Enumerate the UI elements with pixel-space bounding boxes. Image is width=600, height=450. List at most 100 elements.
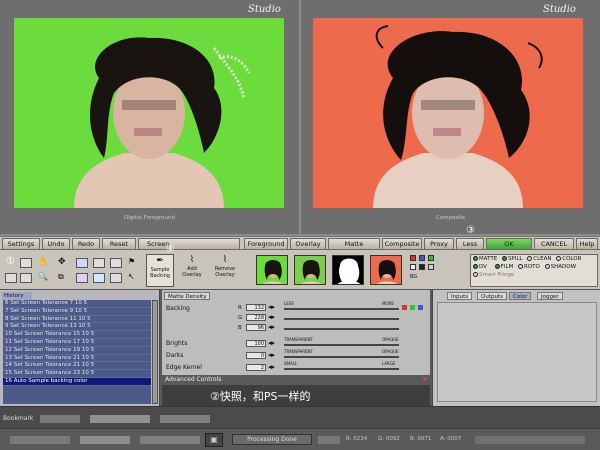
move-tool-icon[interactable]: ✥: [58, 257, 66, 267]
view-toggle-icon[interactable]: [20, 258, 32, 268]
black-swatch[interactable]: [419, 264, 425, 270]
split-view-icon[interactable]: [20, 273, 32, 283]
mask-tool-icon[interactable]: [76, 258, 88, 268]
composite-button[interactable]: Composite: [382, 238, 422, 250]
tab-jogger[interactable]: Jogger: [537, 292, 563, 300]
toolbar: ① ✋ 🔍 ✥ ⧉ ⚑ ↖ ✒ Sample Backing ④ ⌇ Add O…: [0, 244, 600, 290]
list-item[interactable]: 8 Set Screen Tolerance 11 10 5: [3, 316, 151, 324]
zoom-tool-icon[interactable]: 🔍: [38, 272, 48, 281]
darks-field[interactable]: 0: [246, 352, 266, 359]
brights-field[interactable]: 100: [246, 340, 266, 347]
camera-icon[interactable]: ▣: [205, 433, 223, 447]
sample-backing-button[interactable]: ✒ Sample Backing: [146, 254, 174, 287]
brights-slider[interactable]: [284, 344, 399, 346]
color-option[interactable]: COLOR: [556, 256, 581, 262]
history-tab[interactable]: History: [2, 292, 32, 300]
gray-swatch[interactable]: [428, 264, 434, 270]
spill-option[interactable]: SPILL: [501, 256, 523, 262]
stepper-icon[interactable]: ◂▸: [268, 303, 275, 311]
stepper-icon[interactable]: ◂▸: [268, 363, 275, 371]
foreground-viewer[interactable]: Studio Digital Foreground: [0, 0, 299, 234]
matte-button[interactable]: Matte: [328, 238, 380, 250]
undo-button[interactable]: Undo: [42, 238, 70, 250]
ellipse-tool-icon[interactable]: [93, 258, 105, 268]
list-item[interactable]: 10 Set Screen Tolerance 15 10 5: [3, 331, 151, 339]
less-label: LESS: [284, 301, 294, 306]
overlay-thumbnail[interactable]: [294, 255, 326, 285]
matte-option[interactable]: MATTE: [473, 256, 497, 262]
list-item[interactable]: 14 Set Screen Tolerance 21 10 5: [3, 362, 151, 371]
less-button[interactable]: Less: [456, 238, 484, 250]
pointer-tool-icon[interactable]: ↖: [128, 272, 135, 281]
hand-tool-icon[interactable]: ✋: [38, 257, 48, 266]
bookmark-track[interactable]: [40, 415, 80, 423]
list-item[interactable]: 6 Set Screen Tolerance 7 10 5: [3, 300, 151, 308]
backing-g-field[interactable]: 228: [246, 314, 266, 321]
reset-button[interactable]: Reset: [102, 238, 136, 250]
garbage-matte-icon[interactable]: [76, 273, 88, 283]
overlay-button[interactable]: Overlay: [290, 238, 326, 250]
stepper-icon[interactable]: ◂▸: [268, 351, 275, 359]
smart-fringe-option[interactable]: Smart Fringe: [471, 271, 597, 279]
film-option[interactable]: FILM: [494, 264, 513, 270]
bookmark-track[interactable]: [160, 415, 210, 423]
clean-option[interactable]: CLEAN: [527, 256, 552, 262]
foreground-button[interactable]: Foreground: [244, 238, 288, 250]
list-item[interactable]: 12 Set Screen Tolerance 19 10 5: [3, 347, 151, 355]
roto-option[interactable]: ROTO: [518, 264, 540, 270]
blue-swatch[interactable]: [419, 255, 425, 261]
eyedropper-icon: ✒: [156, 256, 164, 266]
list-item[interactable]: 7 Set Screen Tolerance 9 10 5: [3, 308, 151, 316]
backing-r-slider[interactable]: [284, 308, 399, 310]
backing-b-slider[interactable]: [284, 328, 399, 330]
foreground-thumbnail[interactable]: [256, 255, 288, 285]
list-item[interactable]: 9 Set Screen Tolerance 13 10 5: [3, 323, 151, 332]
darks-slider[interactable]: [284, 356, 399, 358]
darks-label: Darks: [166, 352, 184, 359]
proxy-button[interactable]: Proxy: [424, 238, 454, 250]
matte-density-tab[interactable]: Matte Density: [164, 292, 211, 300]
stepper-icon[interactable]: ◂▸: [268, 313, 275, 321]
color-tool-icon[interactable]: [93, 273, 105, 283]
cancel-button[interactable]: CANCEL: [534, 238, 574, 250]
list-item[interactable]: 11 Set Screen Tolerance 17 10 5: [3, 339, 151, 347]
status-block: [140, 436, 200, 444]
matte-thumbnail[interactable]: [332, 255, 364, 285]
node-tool-icon[interactable]: ⚑: [128, 257, 135, 266]
settings-button[interactable]: Settings: [2, 238, 40, 250]
red-swatch[interactable]: [410, 255, 416, 261]
screen-button[interactable]: Screen: [138, 238, 240, 250]
stepper-icon[interactable]: ◂▸: [268, 339, 275, 347]
advanced-controls-header[interactable]: Advanced Controls ▼: [162, 375, 430, 385]
expand-arrow-icon[interactable]: ▼: [422, 375, 427, 385]
shadow-option[interactable]: SHADOW: [544, 264, 576, 270]
crop-tool-icon[interactable]: ⧉: [58, 272, 64, 282]
grid-tool-icon[interactable]: [110, 273, 122, 283]
help-button[interactable]: Help: [576, 238, 598, 250]
edge-kernel-field[interactable]: 2: [246, 364, 266, 371]
tab-outputs[interactable]: Outputs: [477, 292, 507, 300]
composite-viewer[interactable]: Studio Composite: [301, 0, 600, 234]
add-overlay-button[interactable]: ⌇ Add Overlay: [178, 254, 206, 287]
stepper-icon[interactable]: ◂▸: [268, 323, 275, 331]
film-strip-icon[interactable]: [110, 258, 122, 268]
composite-thumbnail[interactable]: [370, 255, 402, 285]
bookmark-track[interactable]: [90, 415, 150, 423]
history-scrollbar[interactable]: [152, 300, 158, 404]
ok-button[interactable]: OK: [486, 238, 532, 250]
list-item-selected[interactable]: 16 Auto Sample backing color: [3, 377, 151, 386]
remove-overlay-button[interactable]: ⌇ Remove Overlay: [210, 254, 240, 287]
list-item[interactable]: 15 Set Screen Tolerance 23 10 5: [3, 370, 151, 378]
dv-option[interactable]: DV: [473, 264, 487, 270]
redo-button[interactable]: Redo: [72, 238, 100, 250]
single-view-icon[interactable]: [5, 273, 17, 283]
tab-color[interactable]: Color: [509, 292, 532, 300]
backing-r-field[interactable]: 132: [246, 304, 266, 311]
white-swatch[interactable]: [410, 264, 416, 270]
list-item[interactable]: 13 Set Screen Tolerance 21 10 5: [3, 355, 151, 363]
edge-kernel-slider[interactable]: [284, 368, 399, 370]
backing-b-field[interactable]: 96: [246, 324, 266, 331]
green-swatch[interactable]: [428, 255, 434, 261]
backing-g-slider[interactable]: [284, 318, 399, 320]
tab-inputs[interactable]: Inputs: [447, 292, 473, 300]
